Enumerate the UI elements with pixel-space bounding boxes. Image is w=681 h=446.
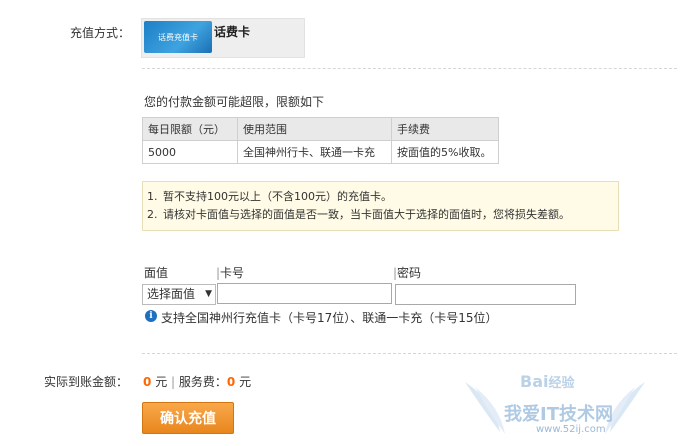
card-number-input[interactable] [217,283,392,304]
limit-header: 每日限额（元） [142,117,238,141]
denomination-label: 面值 [144,266,169,280]
select-value: 选择面值 [147,287,196,301]
notice-box: 1. 暂不支持100元以上（不含100元）的充值卡。 2. 请核对卡面值与选择的面值… [142,181,619,231]
watermark-logo: Bai经验 [520,372,575,391]
password-label: |密码 [393,266,422,280]
payment-method-label: 充值方式： [69,26,130,40]
card-image-text: 话费充值卡 [158,32,198,42]
summary-separator: | [171,375,176,389]
limit-cell: 按面值的5%收取。 [391,140,499,164]
card-number-label: |卡号 [216,266,245,280]
card-option-phone-card[interactable]: 话费充值卡 话费卡 [141,18,305,58]
notice-item: 2. 请核对卡面值与选择的面值是否一致，当卡面值大于选择的面值时，您将损失差额。 [147,206,618,224]
notice-number: 1. [147,190,158,203]
limit-header: 手续费 [391,117,499,141]
notice-text: 暂不支持100元以上（不含100元）的充值卡。 [163,190,392,203]
info-icon: i [145,310,157,322]
support-text: 支持全国神州行充值卡（卡号17位）、联通一卡充（卡号15位） [161,311,498,325]
watermark-brand: 我爱IT技术网 [504,404,613,425]
notice-item: 1. 暂不支持100元以上（不含100元）的充值卡。 [147,188,618,206]
amount-summary: 0 元 | 服务费：0 元 [143,375,252,389]
notice-number: 2. [147,208,158,221]
limit-table: 每日限额（元） 使用范围 手续费 5000 全国神州行卡、联通一卡充 按面值的5… [142,117,499,164]
limit-intro: 您的付款金额可能超限，限额如下 [144,95,325,109]
notice-text: 请核对卡面值与选择的面值是否一致，当卡面值大于选择的面值时，您将损失差额。 [163,208,570,221]
limit-cell: 全国神州行卡、联通一卡充 [237,140,392,164]
service-fee-value: 0 [226,375,236,389]
password-input[interactable] [395,284,576,305]
service-fee-label: 服务费： [178,375,227,389]
limit-cell: 5000 [142,140,238,164]
actual-amount-label: 实际到账金额： [43,375,128,389]
watermark-url: www.52ij.com [536,424,606,435]
confirm-recharge-button[interactable]: 确认充值 [142,402,234,434]
phone-card-image: 话费充值卡 [144,21,212,53]
chevron-down-icon: ▼ [205,289,212,299]
card-option-label: 话费卡 [214,25,251,39]
divider [142,68,677,69]
limit-header: 使用范围 [237,117,392,141]
denomination-select[interactable]: 选择面值 ▼ [142,284,216,305]
actual-amount-value: 0 [143,375,152,389]
divider [142,353,677,354]
